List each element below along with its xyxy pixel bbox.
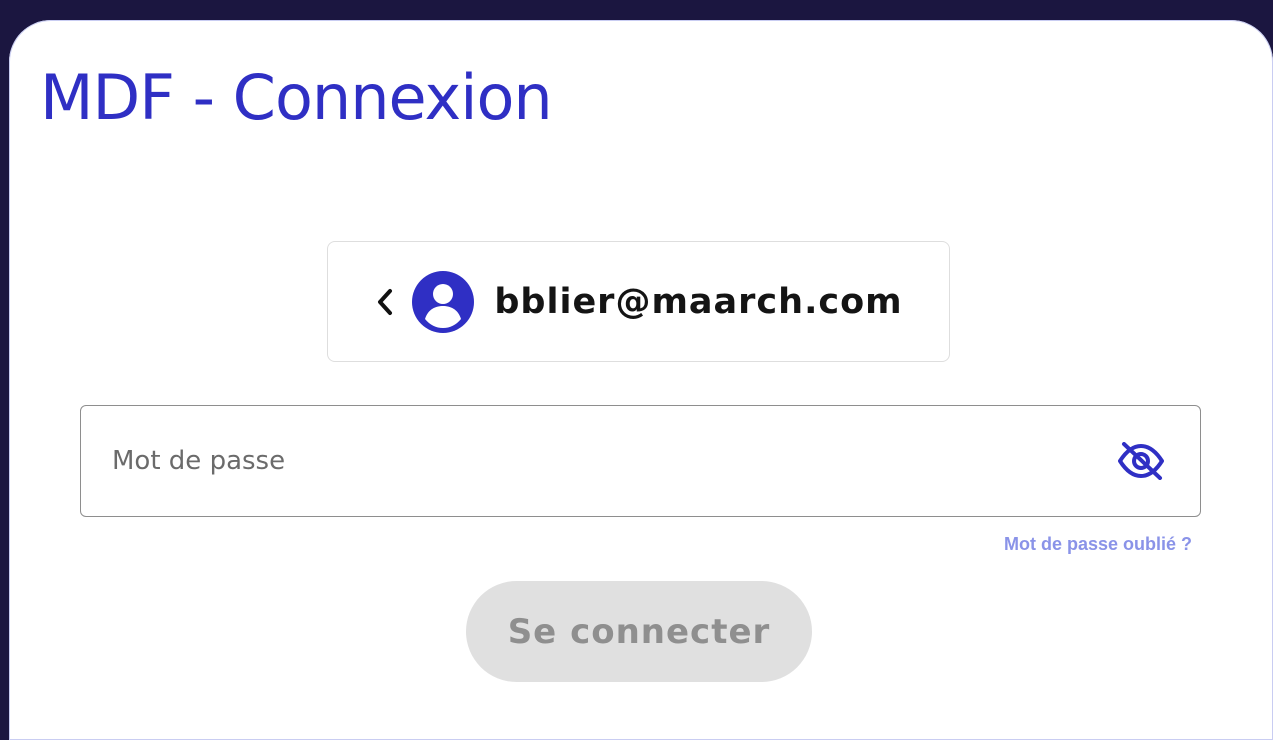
page-title: MDF - Connexion bbox=[40, 61, 553, 134]
login-button[interactable]: Se connecter bbox=[466, 581, 812, 682]
account-chip[interactable]: bblier@maarch.com bbox=[327, 241, 950, 362]
eye-off-icon[interactable] bbox=[1116, 442, 1166, 480]
chevron-left-icon[interactable] bbox=[374, 286, 396, 318]
password-input[interactable] bbox=[81, 406, 1112, 516]
login-card: MDF - Connexion bblier@maarch.com Mot de… bbox=[9, 20, 1273, 740]
account-email: bblier@maarch.com bbox=[494, 281, 903, 322]
password-field bbox=[80, 405, 1201, 517]
forgot-password-link[interactable]: Mot de passe oublié ? bbox=[1004, 534, 1192, 555]
account-circle-icon bbox=[412, 270, 475, 333]
